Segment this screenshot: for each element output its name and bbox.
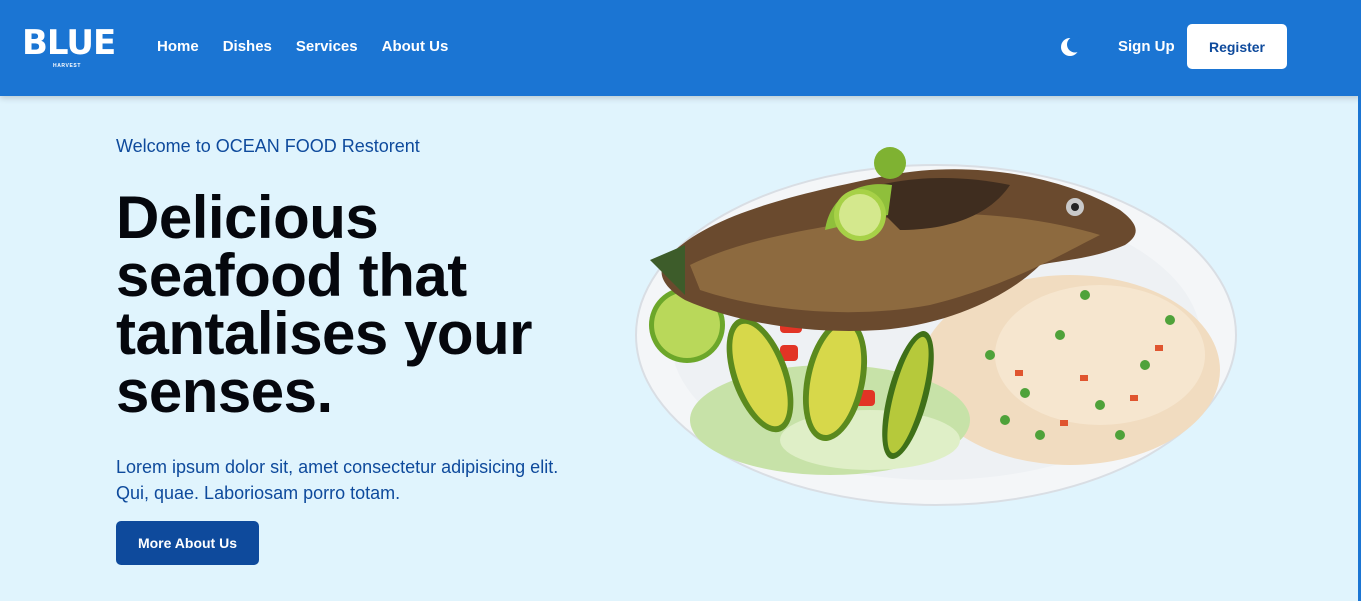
- brand-logo[interactable]: BLUE HARVEST: [22, 23, 116, 70]
- welcome-text: Welcome to OCEAN FOOD Restorent: [116, 136, 420, 156]
- hero-headline: Delicious seafood that tantalises your s…: [116, 184, 533, 425]
- sign-up-link[interactable]: Sign Up: [1118, 38, 1175, 56]
- nav-link-home[interactable]: Home: [157, 38, 199, 56]
- more-about-us-button[interactable]: More About Us: [116, 521, 259, 565]
- logo-text: BLUE: [22, 23, 116, 63]
- fried-fish-plate-image: [630, 135, 1242, 510]
- nav-link-about-us[interactable]: About Us: [382, 38, 449, 56]
- nav-link-dishes[interactable]: Dishes: [223, 38, 272, 56]
- hero-lead-text: Lorem ipsum dolor sit, amet consectetur …: [116, 457, 559, 503]
- main-nav: Home Dishes Services About Us: [157, 38, 448, 56]
- moon-icon[interactable]: [1060, 36, 1083, 57]
- navbar: BLUE HARVEST Home Dishes Services About …: [0, 0, 1361, 96]
- register-button[interactable]: Register: [1187, 24, 1287, 69]
- logo-subtext: HARVEST: [53, 63, 82, 69]
- nav-link-services[interactable]: Services: [296, 38, 358, 56]
